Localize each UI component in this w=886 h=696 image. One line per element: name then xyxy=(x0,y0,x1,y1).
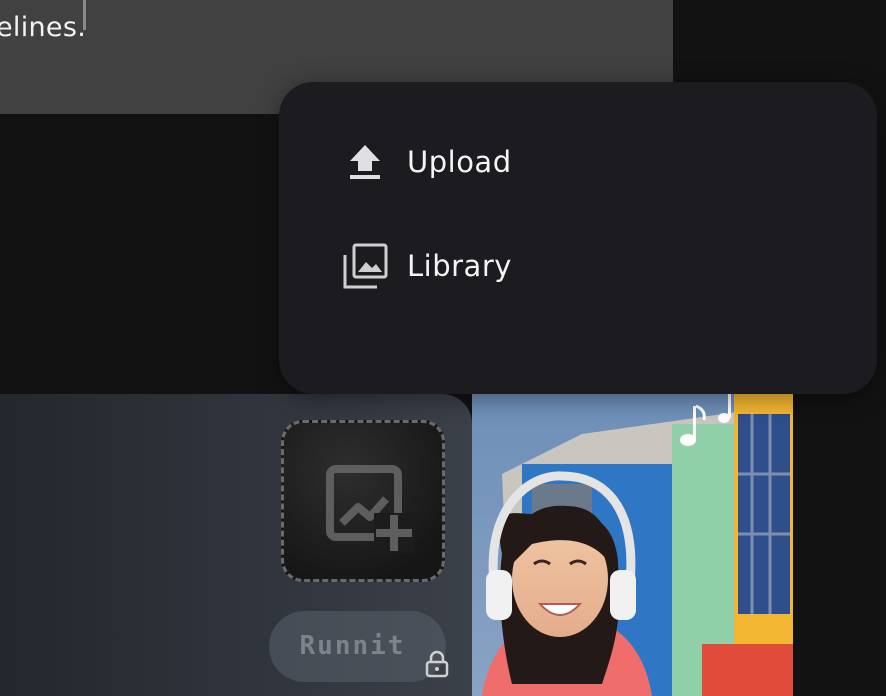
image-dropzone[interactable] xyxy=(281,420,445,582)
run-button[interactable]: Runnit xyxy=(269,611,446,682)
prompt-text: elines. xyxy=(0,12,87,43)
menu-item-library[interactable]: Library xyxy=(341,236,841,296)
preview-photo xyxy=(472,394,793,696)
upload-icon xyxy=(341,138,389,186)
image-library-icon xyxy=(341,242,389,290)
menu-item-upload[interactable]: Upload xyxy=(341,132,841,192)
add-image-icon xyxy=(326,465,414,553)
upload-source-menu: Upload Library xyxy=(279,82,877,394)
menu-item-label: Upload xyxy=(407,145,512,179)
lock-icon xyxy=(425,650,449,678)
app-screen: elines. Runnit Upload Library xyxy=(0,0,886,696)
text-caret xyxy=(83,0,86,30)
menu-item-label: Library xyxy=(407,249,512,283)
